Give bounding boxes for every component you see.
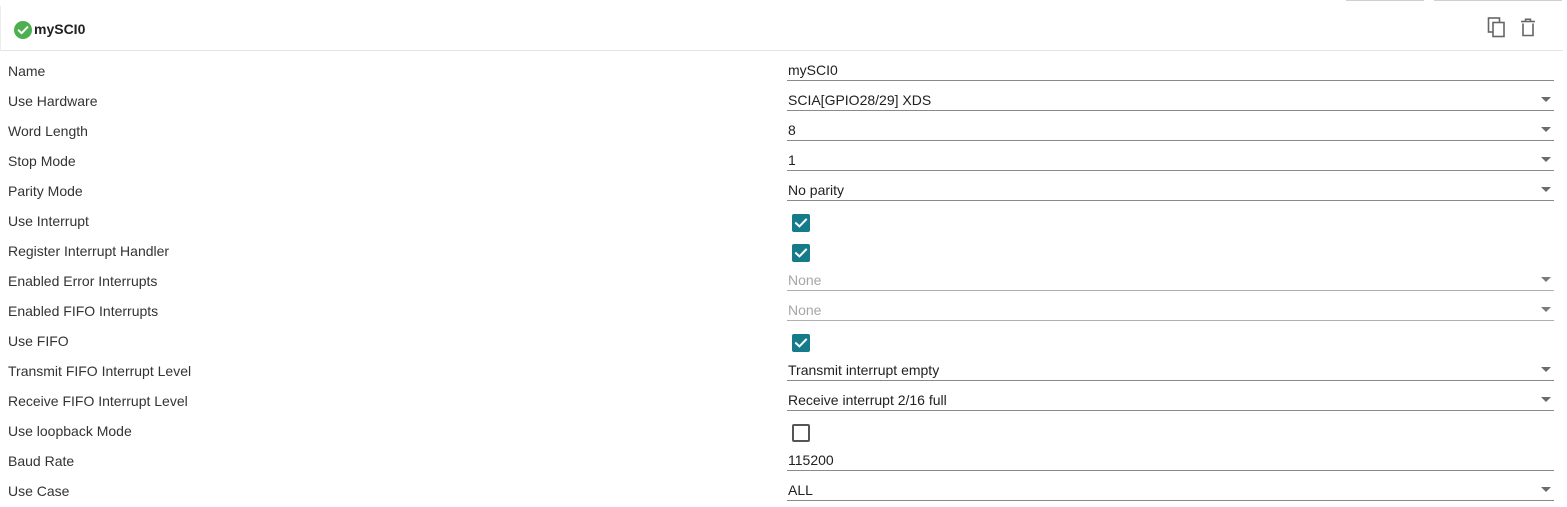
chevron-down-icon [1541, 307, 1551, 312]
property-row-use-interrupt: Use Interrupt [0, 206, 1563, 236]
toolbar-button-edge[interactable] [1434, 0, 1562, 1]
property-row-baud-rate: Baud Rate 115200 [0, 446, 1563, 476]
checkmark-icon [794, 338, 808, 348]
chevron-down-icon [1541, 277, 1551, 282]
delete-icon[interactable] [1518, 17, 1538, 39]
transmit-fifo-interrupt-level-select[interactable]: Transmit interrupt empty [787, 360, 1554, 381]
chevron-down-icon[interactable] [1541, 487, 1551, 492]
chevron-down-icon[interactable] [1541, 187, 1551, 192]
parity-mode-label: Parity Mode [8, 183, 83, 199]
receive-fifo-interrupt-level-value: Receive interrupt 2/16 full [788, 392, 947, 408]
transmit-fifo-interrupt-level-value: Transmit interrupt empty [788, 362, 940, 378]
use-hardware-select[interactable]: SCIA[GPIO28/29] XDS [787, 90, 1554, 111]
receive-fifo-interrupt-level-label: Receive FIFO Interrupt Level [8, 393, 188, 409]
chevron-down-icon[interactable] [1541, 127, 1551, 132]
enabled-error-interrupts-value: None [788, 272, 822, 288]
use-fifo-checkbox[interactable] [792, 334, 810, 352]
enabled-fifo-interrupts-value: None [788, 302, 822, 318]
stop-mode-value: 1 [788, 152, 796, 168]
baud-rate-value: 115200 [788, 452, 834, 468]
parity-mode-value: No parity [788, 182, 845, 198]
transmit-fifo-interrupt-level-label: Transmit FIFO Interrupt Level [8, 363, 192, 379]
enabled-fifo-interrupts-select: None [787, 300, 1554, 321]
checkmark-icon [794, 218, 808, 228]
property-list: Name mySCI0 Use Hardware SCIA[GPIO28/29] XD… [0, 56, 1563, 506]
use-interrupt-checkbox[interactable] [792, 214, 810, 232]
word-length-select[interactable]: 8 [787, 120, 1554, 141]
enabled-error-interrupts-select: None [787, 270, 1554, 291]
chevron-down-icon[interactable] [1541, 97, 1551, 102]
property-row-transmit-fifo-interrupt-level: Transmit FIFO Interrupt Level Transmit in… [0, 356, 1563, 386]
baud-rate-label: Baud Rate [8, 453, 75, 469]
property-row-stop-mode: Stop Mode 1 [0, 146, 1563, 176]
chevron-down-icon[interactable] [1541, 397, 1551, 402]
register-interrupt-handler-checkbox[interactable] [792, 244, 810, 262]
use-fifo-label: Use FIFO [8, 333, 69, 349]
property-row-parity-mode: Parity Mode No parity [0, 176, 1563, 206]
stop-mode-label: Stop Mode [8, 153, 76, 169]
property-row-name: Name mySCI0 [0, 56, 1563, 86]
property-row-use-fifo: Use FIFO [0, 326, 1563, 356]
chevron-down-icon[interactable] [1541, 157, 1551, 162]
use-loopback-mode-label: Use loopback Mode [8, 423, 132, 439]
property-row-enabled-error-interrupts: Enabled Error Interrupts None [0, 266, 1563, 296]
name-value: mySCI0 [788, 62, 838, 78]
word-length-value: 8 [788, 122, 796, 138]
register-interrupt-handler-label: Register Interrupt Handler [8, 243, 170, 259]
name-label: Name [8, 63, 46, 79]
use-hardware-label: Use Hardware [8, 93, 98, 109]
copy-icon[interactable] [1487, 17, 1507, 39]
property-row-use-loopback-mode: Use loopback Mode [0, 416, 1563, 446]
chevron-down-icon[interactable] [1541, 367, 1551, 372]
property-row-word-length: Word Length 8 [0, 116, 1563, 146]
parity-mode-select[interactable]: No parity [787, 180, 1554, 201]
use-case-select[interactable]: ALL [787, 480, 1554, 501]
property-row-register-interrupt-handler: Register Interrupt Handler [0, 236, 1563, 266]
property-row-enabled-fifo-interrupts: Enabled FIFO Interrupts None [0, 296, 1563, 326]
enabled-error-interrupts-label: Enabled Error Interrupts [8, 273, 158, 289]
use-loopback-mode-checkbox[interactable] [792, 424, 810, 442]
use-interrupt-label: Use Interrupt [8, 213, 89, 229]
enabled-fifo-interrupts-label: Enabled FIFO Interrupts [8, 303, 159, 319]
property-row-receive-fifo-interrupt-level: Receive FIFO Interrupt Level Receive inte… [0, 386, 1563, 416]
property-row-use-case: Use Case ALL [0, 476, 1563, 506]
stop-mode-select[interactable]: 1 [787, 150, 1554, 171]
receive-fifo-interrupt-level-select[interactable]: Receive interrupt 2/16 full [787, 390, 1554, 411]
checkmark-icon [794, 248, 808, 258]
baud-rate-input[interactable]: 115200 [787, 450, 1554, 471]
name-input[interactable]: mySCI0 [787, 60, 1554, 81]
module-header: mySCI0 [0, 6, 1563, 51]
use-case-label: Use Case [8, 483, 70, 499]
word-length-label: Word Length [8, 123, 88, 139]
property-row-use-hardware: Use Hardware SCIA[GPIO28/29] XDS [0, 86, 1563, 116]
module-title: mySCI0 [34, 21, 86, 37]
toolbar-button-edge[interactable] [1346, 0, 1424, 1]
use-case-value: ALL [788, 482, 813, 498]
check-circle-icon [14, 21, 32, 39]
use-hardware-value: SCIA[GPIO28/29] XDS [788, 92, 932, 108]
